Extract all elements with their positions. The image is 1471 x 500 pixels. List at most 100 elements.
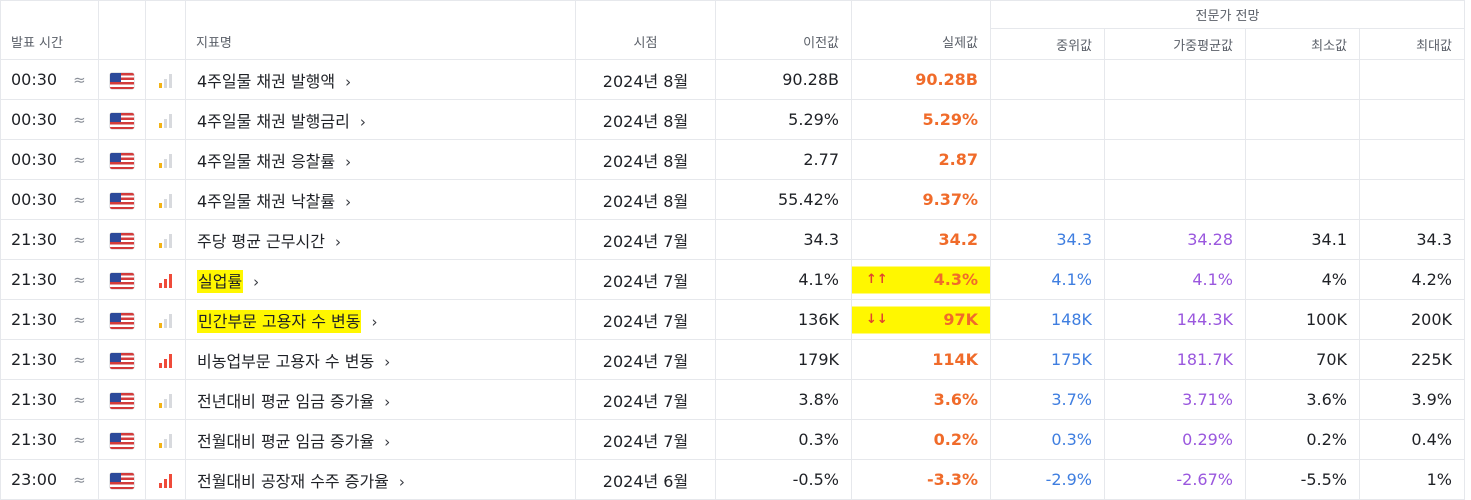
indicator-name-cell[interactable]: 비농업부문 고용자 수 변동 ›	[185, 339, 576, 380]
country-cell	[98, 99, 146, 140]
release-time-cell: 21:30 ≈	[0, 259, 99, 300]
chevron-right-icon[interactable]: ›	[384, 393, 390, 411]
indicator-name-cell[interactable]: 전년대비 평균 임금 증가율 ›	[185, 379, 576, 420]
country-cell	[98, 259, 146, 300]
table-row[interactable]: 21:30 ≈ 주당 평균 근무시간 › 2024년 7월 34.3 34.2 34.3 34.…	[0, 219, 1465, 260]
median-cell: 4.1%	[990, 259, 1105, 300]
approx-icon: ≈	[73, 151, 86, 169]
importance-cell	[145, 219, 186, 260]
actual-cell: -3.3%	[851, 459, 991, 500]
chevron-right-icon[interactable]: ›	[345, 153, 351, 171]
table-row[interactable]: 00:30 ≈4주일물 채권 발행액 › 2024년 8월 90.28B 90.28B	[0, 59, 1465, 100]
max-cell: 200K	[1359, 299, 1465, 340]
header-median[interactable]: 중위값	[990, 28, 1105, 60]
release-time-cell: 00:30 ≈	[0, 99, 99, 140]
release-time: 21:30	[11, 270, 58, 289]
indicator-name-cell[interactable]: 4주일물 채권 응찰률 ›	[185, 139, 576, 180]
previous-cell: 34.3	[715, 219, 852, 260]
header-min[interactable]: 최소값	[1245, 28, 1360, 60]
header-indicator-name[interactable]: 지표명	[185, 0, 576, 60]
release-time-cell: 21:30 ≈	[0, 339, 99, 380]
indicator-name-cell[interactable]: 전월대비 평균 임금 증가율 ›	[185, 419, 576, 460]
header-previous[interactable]: 이전값	[715, 0, 852, 60]
header-release-time[interactable]: 발표 시간	[0, 0, 99, 60]
actual-cell: 0.2%	[851, 419, 991, 460]
chevron-right-icon[interactable]: ›	[371, 313, 377, 331]
table-row[interactable]: 00:30 ≈4주일물 채권 낙찰률 › 2024년 8월 55.42% 9.37%	[0, 179, 1465, 220]
actual-cell: 5.29%	[851, 99, 991, 140]
max-cell: 34.3	[1359, 219, 1465, 260]
release-time-cell: 00:30 ≈	[0, 179, 99, 220]
indicator-name[interactable]: 비농업부문 고용자 수 변동	[197, 352, 374, 371]
indicator-name[interactable]: 전월대비 평균 임금 증가율	[197, 432, 374, 451]
period-cell: 2024년 6월	[575, 459, 716, 500]
header-period[interactable]: 시점	[575, 0, 716, 60]
us-flag-icon	[110, 432, 134, 449]
table-row[interactable]: 21:30 ≈ 민간부문 고용자 수 변동 › 2024년 7월 136K ↓↓ 97K 148…	[0, 299, 1465, 340]
indicator-name[interactable]: 전년대비 평균 임금 증가율	[197, 392, 374, 411]
indicator-name-cell[interactable]: 4주일물 채권 발행금리 ›	[185, 99, 576, 140]
country-cell	[98, 379, 146, 420]
min-cell	[1245, 59, 1360, 100]
table-row[interactable]: 00:30 ≈4주일물 채권 발행금리 › 2024년 8월 5.29% 5.29%	[0, 99, 1465, 140]
us-flag-icon	[110, 312, 134, 329]
approx-icon: ≈	[73, 471, 86, 489]
median-cell: 34.3	[990, 219, 1105, 260]
chevron-right-icon[interactable]: ›	[335, 233, 341, 251]
importance-cell	[145, 259, 186, 300]
importance-bars-icon	[159, 353, 172, 368]
actual-value: 2.87	[938, 150, 978, 169]
actual-cell: 2.87	[851, 139, 991, 180]
chevron-right-icon[interactable]: ›	[345, 73, 351, 91]
actual-value: -3.3%	[926, 470, 978, 489]
us-flag-icon	[110, 352, 134, 369]
release-time-cell: 23:00 ≈	[0, 459, 99, 500]
country-cell	[98, 179, 146, 220]
table-row[interactable]: 21:30 ≈ 전월대비 평균 임금 증가율 › 2024년 7월 0.3% 0.2% 0.3…	[0, 419, 1465, 460]
indicator-name[interactable]: 4주일물 채권 발행액	[197, 72, 335, 91]
release-time-cell: 21:30 ≈	[0, 379, 99, 420]
indicator-name-cell[interactable]: 실업률 ›	[185, 259, 576, 300]
table-row[interactable]: 21:30 ≈ 비농업부문 고용자 수 변동 › 2024년 7월 179K 114K 175…	[0, 339, 1465, 380]
header-weighted-avg[interactable]: 가중평균값	[1104, 28, 1246, 60]
table-row[interactable]: 21:30 ≈ 전년대비 평균 임금 증가율 › 2024년 7월 3.8% 3.6% 3.7…	[0, 379, 1465, 420]
chevron-right-icon[interactable]: ›	[384, 353, 390, 371]
indicator-name[interactable]: 전월대비 공장재 수주 증가율	[197, 472, 389, 491]
indicator-name-cell[interactable]: 4주일물 채권 낙찰률 ›	[185, 179, 576, 220]
actual-value: 3.6%	[933, 390, 978, 409]
indicator-name[interactable]: 4주일물 채권 발행금리	[197, 112, 350, 131]
importance-bars-icon	[159, 153, 172, 168]
chevron-right-icon[interactable]: ›	[384, 433, 390, 451]
header-max[interactable]: 최대값	[1359, 28, 1465, 60]
us-flag-icon	[110, 112, 134, 129]
indicator-name-cell[interactable]: 민간부문 고용자 수 변동 ›	[185, 299, 576, 340]
max-cell	[1359, 179, 1465, 220]
chevron-right-icon[interactable]: ›	[253, 273, 259, 291]
max-cell: 0.4%	[1359, 419, 1465, 460]
chevron-right-icon[interactable]: ›	[360, 113, 366, 131]
indicator-name-cell[interactable]: 전월대비 공장재 수주 증가율 ›	[185, 459, 576, 500]
release-time: 00:30	[11, 190, 58, 209]
table-row[interactable]: 23:00 ≈ 전월대비 공장재 수주 증가율 › 2024년 6월 -0.5% -3.3%…	[0, 459, 1465, 500]
actual-value: 5.29%	[922, 110, 978, 129]
actual-cell: 90.28B	[851, 59, 991, 100]
previous-cell: 2.77	[715, 139, 852, 180]
indicator-name[interactable]: 민간부문 고용자 수 변동	[197, 309, 362, 333]
max-cell	[1359, 139, 1465, 180]
importance-bars-icon	[159, 193, 172, 208]
header-actual[interactable]: 실제값	[851, 0, 991, 60]
surprise-arrow-icon: ↑↑	[866, 272, 888, 287]
table-row[interactable]: 21:30 ≈ 실업률 › 2024년 7월 4.1% ↑↑ 4.3% 4.1% 4.1% 4% 4.…	[0, 259, 1465, 300]
indicator-name[interactable]: 4주일물 채권 응찰률	[197, 152, 335, 171]
indicator-name[interactable]: 주당 평균 근무시간	[197, 232, 325, 251]
table-row[interactable]: 00:30 ≈4주일물 채권 응찰률 › 2024년 8월 2.77 2.87	[0, 139, 1465, 180]
period-cell: 2024년 8월	[575, 179, 716, 220]
indicator-name-cell[interactable]: 4주일물 채권 발행액 ›	[185, 59, 576, 100]
indicator-name[interactable]: 4주일물 채권 낙찰률	[197, 192, 335, 211]
indicator-name[interactable]: 실업률	[197, 269, 244, 293]
indicator-name-cell[interactable]: 주당 평균 근무시간 ›	[185, 219, 576, 260]
chevron-right-icon[interactable]: ›	[345, 193, 351, 211]
weighted-avg-cell	[1104, 59, 1246, 100]
weighted-avg-cell: 144.3K	[1104, 299, 1246, 340]
chevron-right-icon[interactable]: ›	[399, 473, 405, 491]
